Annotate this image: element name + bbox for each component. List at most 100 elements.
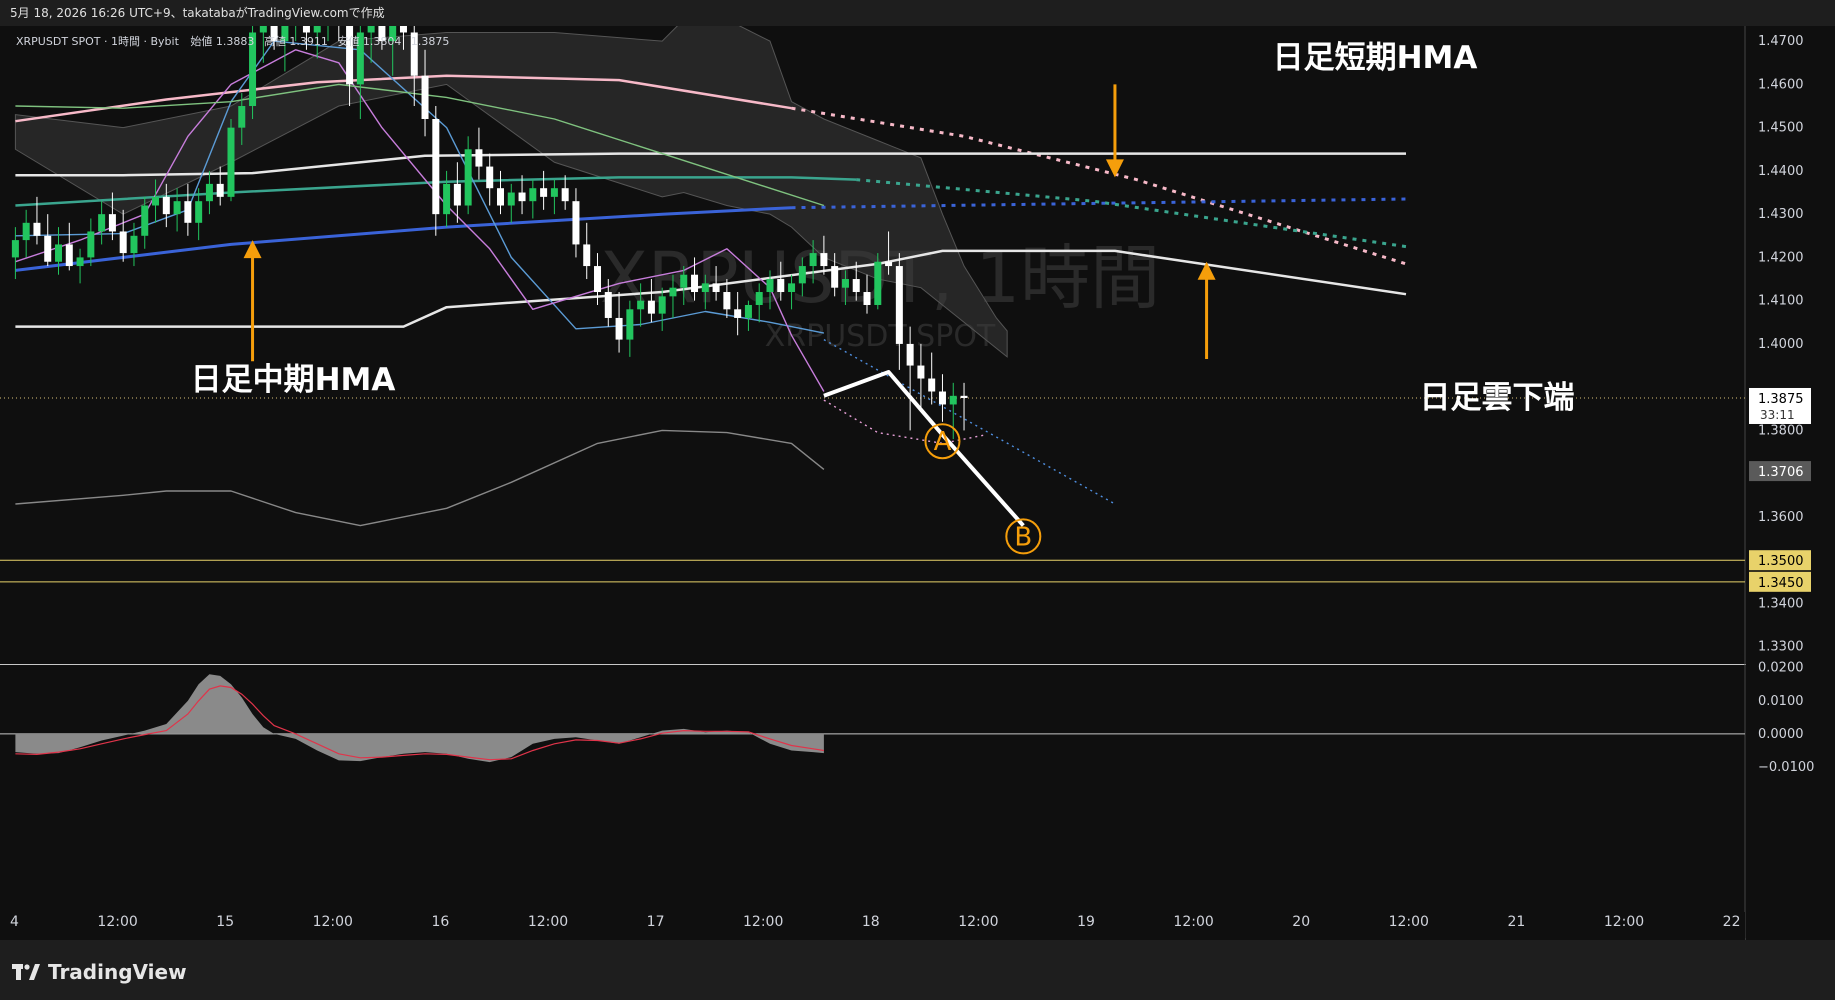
- candle-body: [216, 183, 224, 197]
- candle-body: [518, 192, 526, 202]
- price-tick: 1.4700: [1758, 34, 1804, 49]
- candle-body: [820, 253, 828, 267]
- candle-body: [540, 188, 548, 197]
- candle-body: [205, 183, 213, 202]
- candle-body: [831, 266, 839, 288]
- candle-body: [475, 149, 483, 167]
- chart-canvas[interactable]: XRPUSDT, 1時間 XRPUSDT SPOT AB 日足短期HMA日足中期…: [0, 26, 1835, 940]
- time-tick: 17: [647, 914, 665, 930]
- legend-high-label: 高値: [264, 34, 286, 48]
- legend-close: 1.3875: [411, 35, 450, 48]
- time-tick: 12:00: [743, 914, 783, 930]
- candle-body: [443, 183, 451, 215]
- candle-body: [367, 26, 375, 33]
- time-tick: 12:00: [97, 914, 137, 930]
- candle-body: [928, 378, 936, 392]
- candle-body: [841, 279, 849, 288]
- price-tick: 1.4500: [1758, 121, 1804, 136]
- legend-symbol: XRPUSDT SPOT · 1時間 · Bybit: [16, 35, 180, 48]
- candle-body: [108, 214, 116, 232]
- candle-body: [669, 287, 677, 297]
- candle-body: [550, 188, 558, 197]
- candle-body: [195, 201, 203, 223]
- candle-body: [152, 196, 160, 206]
- tradingview-icon: [12, 963, 40, 981]
- candle-body: [712, 283, 720, 293]
- candle-body: [173, 201, 181, 215]
- price-badge-text: 1.3500: [1758, 554, 1804, 569]
- oscillator-tick: 0.0200: [1758, 661, 1804, 676]
- annotation-short-hma: 日足短期HMA: [1273, 40, 1478, 76]
- candle-body: [777, 279, 785, 293]
- candle-body: [87, 231, 95, 258]
- time-tick: 18: [862, 914, 880, 930]
- candle-body: [906, 343, 914, 366]
- candle-body: [895, 266, 903, 344]
- candle-body: [98, 214, 106, 232]
- candle-body: [432, 118, 440, 215]
- legend-low-label: 安値: [337, 34, 359, 48]
- candle-body: [141, 205, 149, 236]
- annotation-cloud-bottom: 日足雲下端: [1420, 380, 1575, 416]
- candle-body: [76, 257, 84, 267]
- candle-body: [680, 274, 688, 288]
- wave-label: B: [1014, 522, 1032, 552]
- price-tick: 1.4600: [1758, 77, 1804, 92]
- footer-bar: [0, 940, 1835, 1000]
- candle-body: [626, 309, 634, 340]
- price-badge-text: 1.3875: [1758, 392, 1804, 407]
- candle-body: [788, 283, 796, 293]
- candle-body: [755, 292, 763, 305]
- candle-body: [238, 106, 246, 128]
- price-badge: 1.3706: [1749, 461, 1811, 482]
- time-tick: 4: [10, 914, 19, 930]
- candle-body: [885, 261, 893, 267]
- candle-body: [691, 274, 699, 293]
- candle-body: [162, 196, 170, 215]
- oscillator-tick: 0.0000: [1758, 727, 1804, 742]
- candle-body: [44, 235, 52, 262]
- legend-high: 1.3911: [289, 35, 328, 48]
- candle-body: [11, 240, 19, 258]
- candle-body: [809, 253, 817, 267]
- legend-low: 1.3804: [363, 35, 402, 48]
- oscillator-tick: 0.0100: [1758, 694, 1804, 709]
- candle-body: [421, 75, 429, 119]
- price-badge: 1.3500: [1749, 550, 1811, 571]
- price-tick: 1.4100: [1758, 294, 1804, 309]
- candle-body: [259, 26, 267, 33]
- time-tick: 15: [216, 914, 234, 930]
- price-tick: 1.4300: [1758, 207, 1804, 222]
- candle-body: [798, 266, 806, 284]
- price-tick: 1.3300: [1758, 640, 1804, 655]
- time-tick: 16: [431, 914, 449, 930]
- time-tick: 12:00: [1389, 914, 1429, 930]
- svg-text:XRPUSDT SPOT · 1時間 · Bybit: XRPUSDT SPOT · 1時間 · Bybit 始値 1.3883 高値 …: [16, 34, 449, 48]
- time-tick: 12:00: [528, 914, 568, 930]
- tradingview-logo[interactable]: TradingView: [12, 960, 187, 984]
- candle-body: [744, 304, 752, 318]
- candle-body: [647, 300, 655, 314]
- symbol-legend: XRPUSDT SPOT · 1時間 · Bybit 始値 1.3883 高値 …: [16, 34, 449, 48]
- candle-body: [949, 395, 957, 405]
- candle: [227, 118, 235, 202]
- time-tick: 20: [1292, 914, 1310, 930]
- candle-body: [658, 296, 666, 314]
- candle-body: [507, 192, 515, 206]
- time-tick: 12:00: [1604, 914, 1644, 930]
- candle-body: [734, 309, 742, 318]
- candle-body: [852, 279, 860, 293]
- price-tick: 1.4200: [1758, 250, 1804, 265]
- candle-body: [399, 26, 407, 33]
- candle-body: [464, 149, 472, 206]
- price-badge-text: 1.3450: [1758, 576, 1804, 591]
- candle-body: [863, 292, 871, 305]
- price-badge: 1.387533:11: [1749, 387, 1811, 424]
- time-tick: 12:00: [958, 914, 998, 930]
- candle-body: [960, 395, 968, 398]
- time-tick: 21: [1507, 914, 1525, 930]
- price-tick: 1.4400: [1758, 164, 1804, 179]
- candle-body: [496, 188, 504, 206]
- countdown-text: 33:11: [1760, 408, 1795, 422]
- oscillator-tick: −0.0100: [1758, 760, 1814, 775]
